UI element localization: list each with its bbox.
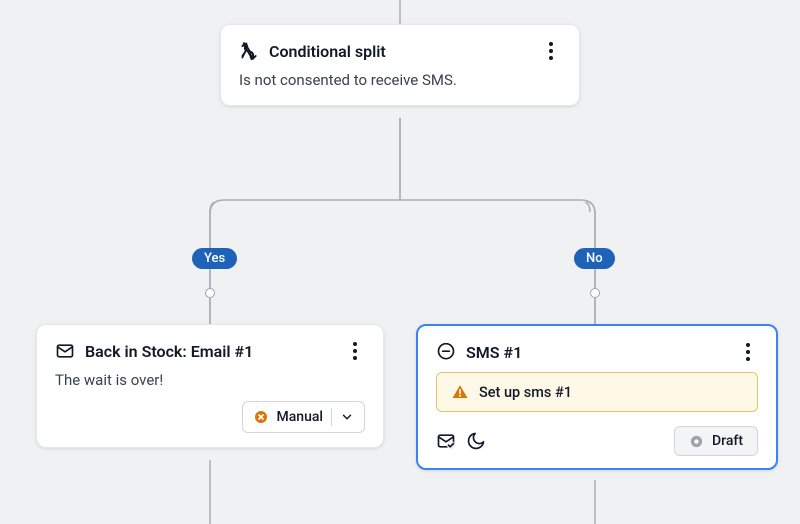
more-menu-button[interactable] <box>345 341 365 361</box>
warning-icon <box>451 383 469 401</box>
email-node-title: Back in Stock: Email #1 <box>85 342 335 361</box>
more-menu-button[interactable] <box>541 41 561 61</box>
conditional-split-node[interactable]: Conditional split Is not consented to re… <box>220 24 580 106</box>
status-dropdown-label: Manual <box>277 409 323 425</box>
sms-icon <box>436 342 456 362</box>
draft-status-label: Draft <box>712 433 743 449</box>
mail-icon <box>55 341 75 361</box>
status-dropdown[interactable]: Manual <box>242 401 365 433</box>
email-node[interactable]: Back in Stock: Email #1 The wait is over… <box>36 324 384 448</box>
setup-alert-text: Set up sms #1 <box>479 384 572 401</box>
chevron-down-icon <box>340 410 354 424</box>
manual-status-icon <box>253 409 269 425</box>
email-node-body: The wait is over! <box>55 371 365 389</box>
conditional-split-title: Conditional split <box>269 42 531 61</box>
conditional-split-description: Is not consented to receive SMS. <box>239 71 561 89</box>
branch-label-no: No <box>574 248 615 269</box>
more-menu-button[interactable] <box>738 342 758 362</box>
branch-icon <box>239 41 259 61</box>
sms-node-title: SMS #1 <box>466 343 728 362</box>
setup-alert[interactable]: Set up sms #1 <box>436 372 758 412</box>
quiet-hours-icon[interactable] <box>466 431 486 451</box>
draft-status-button[interactable]: Draft <box>674 426 758 456</box>
sms-node[interactable]: SMS #1 Set up sms #1 <box>416 324 778 470</box>
connection-port[interactable] <box>590 288 600 298</box>
draft-status-icon <box>689 434 704 449</box>
branch-label-yes: Yes <box>192 248 237 269</box>
smart-sending-icon[interactable] <box>436 431 456 451</box>
connection-port[interactable] <box>205 288 215 298</box>
